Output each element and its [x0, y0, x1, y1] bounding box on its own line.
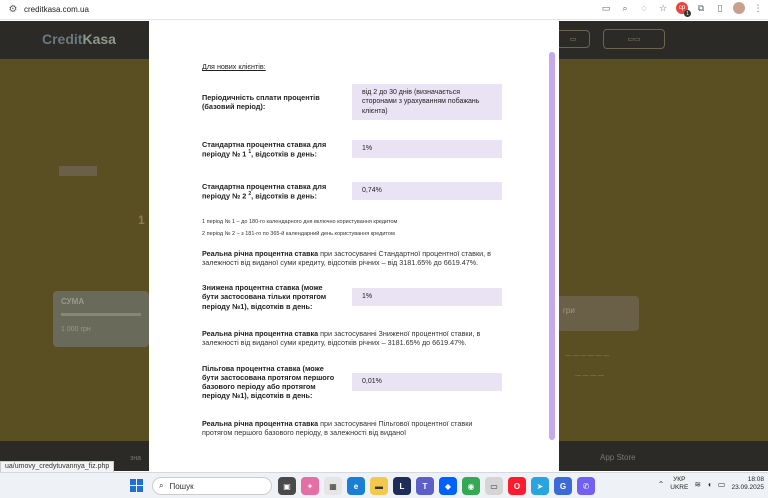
extension-icon[interactable]: cp 1 — [676, 2, 691, 17]
row-label: Знижена процентна ставка (може бути заст… — [202, 283, 327, 311]
taskbar-search[interactable]: ⌕ Пошук — [152, 477, 272, 495]
site-logo[interactable]: CreditKasa — [42, 31, 116, 47]
extension-badge: 1 — [684, 10, 691, 17]
sum-slider[interactable] — [61, 313, 141, 316]
lang-bottom: UKRE — [670, 484, 689, 492]
puzzle-icon[interactable]: ⧉ — [695, 2, 707, 14]
search-icon: ⌕ — [159, 481, 164, 490]
row-value: 1% — [352, 140, 502, 158]
profile-avatar[interactable] — [733, 2, 745, 14]
menu-icon[interactable]: ⋮ — [752, 2, 764, 14]
sum-card: СУМА 1 000 грн — [53, 291, 149, 347]
modal-scrollbar-thumb[interactable] — [549, 52, 555, 440]
row-label: Стандартна процентна ставка для періоду … — [202, 181, 327, 201]
sum-label: СУМА — [61, 297, 85, 306]
header-button[interactable]: ▭ — [556, 30, 590, 48]
rate-row-preferential: Пільгова процентна ставка (може бути зас… — [202, 359, 502, 405]
para-bold: Реальна річна процентна ставка — [202, 329, 319, 338]
chevron-up-icon[interactable]: ⌃ — [658, 480, 665, 489]
rate-row-period-2: Стандартна процентна ставка для періоду … — [202, 177, 502, 205]
footnote-2: 2 період № 2 – з 181-го по 365-й календа… — [202, 231, 395, 237]
taskbar: ⌕ Пошук ▣ ✦ ▦ e ▬ L T ◆ ◉ ▭ O ➤ G ✆ ⌃ УКР… — [0, 472, 768, 498]
hero-number: 1 — [138, 213, 145, 227]
logo-kasa-text: Kasa — [82, 31, 116, 47]
row-label: Періодичність сплати процентів (базовий … — [202, 92, 320, 111]
address-bar[interactable]: creditkasa.com.ua — [24, 5, 89, 14]
footnote-1: 1 період № 1 – до 180-го календарного дн… — [202, 219, 398, 225]
clock[interactable]: 18:08 23.09.2025 — [731, 476, 764, 492]
row-value: від 2 до 30 днів (визначається сторонами… — [352, 84, 502, 120]
header-login-button[interactable]: ▭▭ — [603, 29, 665, 49]
dropbox-icon[interactable]: ◆ — [439, 477, 457, 495]
hero-tag — [59, 166, 97, 176]
chrome-icon[interactable]: ◉ — [462, 477, 480, 495]
battery-icon[interactable]: ▭ — [718, 480, 726, 489]
language-indicator[interactable]: УКР UKRE — [670, 476, 688, 492]
logo-credit-text: Credit — [42, 31, 83, 47]
para-bold: Реальна річна процентна ставка — [202, 419, 319, 428]
para-bold: Реальна річна процентна ставка — [202, 249, 319, 258]
teams-icon[interactable]: T — [416, 477, 434, 495]
taskbar-apps: ▣ ✦ ▦ e ▬ L T ◆ ◉ ▭ O ➤ G ✆ — [278, 477, 595, 495]
modal-content: Для нових клієнтів: Періодичність сплати… — [202, 62, 502, 449]
eye-off-icon[interactable]: ◌ — [638, 2, 650, 14]
terms-modal: Для нових клієнтів: Періодичність сплати… — [149, 21, 559, 471]
edge-icon[interactable]: e — [347, 477, 365, 495]
volume-icon[interactable]: ◖ — [707, 480, 712, 489]
file-explorer-icon[interactable]: ▬ — [370, 477, 388, 495]
search-placeholder: Пошук — [169, 481, 194, 491]
section-title: Для нових клієнтів: — [202, 62, 266, 71]
lang-top: УКР — [673, 476, 686, 484]
wifi-icon[interactable]: ≋ — [694, 480, 701, 489]
footer-text: зна — [130, 455, 141, 462]
rate-row-period: Періодичність сплати процентів (базовий … — [202, 83, 502, 121]
sidebar-icon[interactable]: ▯ — [714, 2, 726, 14]
cast-icon[interactable]: ▭ — [600, 2, 612, 14]
zoom-icon[interactable]: ⌕ — [619, 2, 631, 14]
row-label: Стандартна процентна ставка для періоду … — [202, 139, 327, 159]
browser-toolbar: ⚙ creditkasa.com.ua ▭ ⌕ ◌ ☆ cp 1 ⧉ ▯ ⋮ — [0, 0, 768, 20]
task-view-icon[interactable]: ▣ — [278, 477, 296, 495]
apps-icon[interactable]: ▦ — [324, 477, 342, 495]
bookmark-star-icon[interactable]: ☆ — [657, 2, 669, 14]
clock-time: 18:08 — [747, 476, 764, 483]
clock-date: 23.09.2025 — [731, 484, 764, 492]
system-tray: ⌃ УКР UKRE ≋ ◖ ▭ 18:08 23.09.2025 — [658, 476, 764, 492]
row-label: Пільгова процентна ставка (може бути зас… — [202, 363, 335, 401]
apply-button-label: гри — [563, 306, 575, 315]
site-info-icon[interactable]: ⚙ — [6, 3, 20, 17]
window-icon[interactable]: ▭ — [485, 477, 503, 495]
sum-value: 1 000 грн — [61, 326, 91, 333]
row-value: 0,01% — [352, 373, 502, 391]
real-rate-preferential: Реальна річна процентна ставка при засто… — [202, 419, 502, 437]
app-g-icon[interactable]: G — [554, 477, 572, 495]
viber-icon[interactable]: ✆ — [577, 477, 595, 495]
toolbar-icons: ▭ ⌕ ◌ ☆ cp 1 ⧉ ▯ ⋮ — [600, 2, 764, 17]
telegram-icon[interactable]: ➤ — [531, 477, 549, 495]
real-rate-standard: Реальна річна процентна ставка при засто… — [202, 249, 502, 267]
real-rate-reduced: Реальна річна процентна ставка при засто… — [202, 329, 502, 347]
row-value: 0,74% — [352, 182, 502, 200]
terms-link-2[interactable]: — — — — — [575, 373, 604, 379]
terms-link[interactable]: — — — — — — — [565, 353, 609, 359]
rate-row-reduced: Знижена процентна ставка (може бути заст… — [202, 279, 502, 315]
row-value: 1% — [352, 288, 502, 306]
app-store-badge[interactable]: App Store — [600, 453, 636, 462]
windows-start-icon[interactable] — [130, 479, 143, 492]
l-app-icon[interactable]: L — [393, 477, 411, 495]
copilot-icon[interactable]: ✦ — [301, 477, 319, 495]
rate-row-period-1: Стандартна процентна ставка для періоду … — [202, 135, 502, 163]
opera-icon[interactable]: O — [508, 477, 526, 495]
